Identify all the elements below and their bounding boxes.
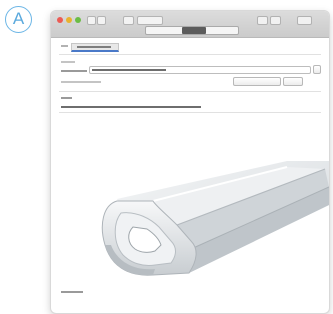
- name-field-value: [92, 69, 166, 71]
- field-stepper[interactable]: [313, 65, 321, 74]
- share-icon[interactable]: [123, 16, 134, 25]
- app-window: [51, 11, 329, 313]
- sidebar-icon[interactable]: [257, 16, 268, 25]
- tab-active[interactable]: [71, 43, 119, 52]
- segment-selected[interactable]: [182, 27, 206, 34]
- divider: [59, 54, 321, 55]
- section-label: [61, 61, 75, 63]
- option-popup[interactable]: [233, 77, 281, 86]
- aluminum-profile-icon: [101, 161, 329, 276]
- search-icon[interactable]: [297, 16, 312, 25]
- value-popup[interactable]: [283, 77, 303, 86]
- action-icon[interactable]: [137, 16, 163, 25]
- view-segmented-control[interactable]: [145, 26, 239, 35]
- close-window-button[interactable]: [57, 17, 63, 23]
- tab-previous[interactable]: [61, 45, 68, 47]
- annotation-marker-a: A: [5, 6, 32, 33]
- title-bar[interactable]: [51, 11, 329, 38]
- minimize-window-button[interactable]: [66, 17, 72, 23]
- footer-label: [61, 291, 83, 293]
- description-text: [61, 106, 201, 108]
- zoom-window-button[interactable]: [75, 17, 81, 23]
- divider: [59, 91, 321, 92]
- options-label: [61, 81, 101, 83]
- page: A: [0, 0, 333, 314]
- back-icon[interactable]: [87, 16, 96, 25]
- divider: [59, 112, 321, 113]
- forward-icon[interactable]: [97, 16, 106, 25]
- inspector-icon[interactable]: [270, 16, 281, 25]
- description-heading: [61, 97, 72, 99]
- field-label: [61, 70, 87, 72]
